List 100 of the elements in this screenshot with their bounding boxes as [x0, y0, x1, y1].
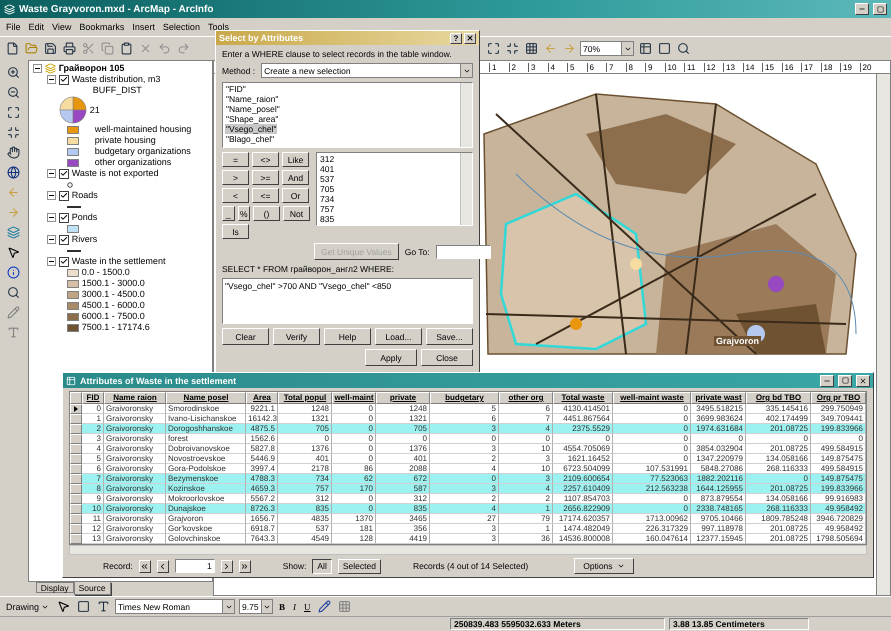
- collapse-icon[interactable]: [46, 75, 56, 84]
- layer-name[interactable]: Waste is not exported: [72, 168, 158, 179]
- menu-item[interactable]: View: [52, 22, 72, 32]
- dialog-button[interactable]: Apply: [365, 349, 417, 366]
- text-style-button[interactable]: B: [277, 602, 288, 612]
- menu-item[interactable]: Bookmarks: [79, 22, 124, 32]
- value-item[interactable]: 705: [319, 184, 336, 194]
- show-toggle-button[interactable]: Selected: [338, 558, 381, 574]
- operator-button[interactable]: Not: [283, 206, 310, 221]
- table-row[interactable]: 13 Graivoronsky Golovchinskoe 7643.3 4549 128 4419 3 36 14536.800008 160.047614 12377.15945 201.08725 1798.505694: [70, 534, 866, 544]
- dialog-button[interactable]: Verify: [273, 328, 320, 345]
- operator-button[interactable]: <=: [252, 188, 279, 203]
- operator-button[interactable]: >: [222, 170, 249, 185]
- collapse-icon[interactable]: [46, 169, 56, 178]
- column-header[interactable]: budgetary: [430, 392, 499, 404]
- table-row[interactable]: 5 Graivoronsky Novostroevskoe 5446.9 401 0 401 2 3 1621.16452 0 1347.220979 134.058166 149.875475: [70, 454, 866, 464]
- show-toggle-button[interactable]: All: [312, 558, 332, 574]
- zoom-scale-combo[interactable]: 70%: [580, 41, 634, 56]
- table-row[interactable]: 7 Graivoronsky Bezymenskoe 4788.3 734 62 672 0 3 2109.600654 77.523063 1882.202116 0 149.875475: [70, 474, 866, 484]
- toc-tab[interactable]: Source: [74, 582, 111, 595]
- value-item[interactable]: 757: [319, 204, 336, 214]
- search-icon[interactable]: [6, 284, 22, 300]
- layer-checkbox[interactable]: [58, 74, 69, 84]
- rectangle-icon[interactable]: [75, 598, 92, 614]
- value-item[interactable]: 312: [319, 154, 336, 164]
- table-row[interactable]: 8 Graivoronsky Kozinskoe 4659.3 757 170 587 3 4 2257.610409 212.563238 1644.125955 201.08725 199.833966: [70, 484, 866, 494]
- column-header[interactable]: Name raion: [104, 392, 166, 404]
- horizontal-scrollbar[interactable]: [69, 545, 867, 555]
- table-row[interactable]: 6 Graivoronsky Gora-Podolskoe 3997.4 2178 86 2088 4 10 6723.504099 107.531991 5848.27086 268.116333 499.584915: [70, 464, 866, 474]
- menu-item[interactable]: Tools: [208, 22, 229, 32]
- column-header[interactable]: Total waste: [553, 392, 613, 404]
- layer-checkbox[interactable]: [58, 168, 69, 178]
- operator-button[interactable]: Or: [282, 188, 309, 203]
- operator-button[interactable]: And: [282, 170, 309, 185]
- table-row[interactable]: 4 Graivoronsky Dobroivanovskoe 5827.8 1376 0 1376 3 10 4554.705069 0 3854.032904 201.08725 499.584915: [70, 444, 866, 454]
- column-header[interactable]: Org pr TBO: [811, 392, 866, 404]
- search-icon[interactable]: [675, 40, 691, 56]
- layer-name[interactable]: Rivers: [72, 234, 98, 245]
- table-row[interactable]: 0 Graivoronsky Smorodinskoe 9221.1 1248 0 1248 5 6 4130.414501 0 3495.518215 335.145416 299.750949: [70, 404, 866, 414]
- table-row[interactable]: 10 Graivoronsky Dunajskoe 8726.3 835 0 835 4 1 2656.822909 0 2338.748165 268.116333 49.958492: [70, 504, 866, 514]
- toc-tab[interactable]: Display: [36, 582, 74, 593]
- last-record-button[interactable]: [238, 560, 251, 572]
- table-row[interactable]: 3 Graivoronsky forest 1562.6 0 0 0 0 0 0 0 0 0 0: [70, 434, 866, 444]
- unique-values-list[interactable]: 312 401 537 705 734 757 835: [316, 152, 473, 226]
- zoom-in-icon[interactable]: [6, 64, 22, 80]
- zoom-out-icon[interactable]: [6, 84, 22, 100]
- print-icon[interactable]: [61, 40, 77, 56]
- options-button[interactable]: Options: [574, 558, 634, 574]
- column-header[interactable]: other org: [499, 392, 553, 404]
- record-input-field[interactable]: 1: [174, 559, 215, 573]
- dialog-button[interactable]: Save...: [426, 328, 473, 345]
- column-header[interactable]: Org bd TBO: [746, 392, 811, 404]
- previous-record-button[interactable]: [156, 560, 169, 572]
- column-header[interactable]: private wast: [691, 392, 746, 404]
- layer-name[interactable]: Roads: [72, 190, 98, 201]
- column-header[interactable]: Area: [246, 392, 278, 404]
- layer-name[interactable]: Waste distribution, m3: [72, 74, 160, 85]
- pan-hand-icon[interactable]: [6, 144, 22, 160]
- field-item[interactable]: "Shape_area": [225, 114, 280, 124]
- row-selector[interactable]: [70, 404, 82, 414]
- expression-field[interactable]: "Vsego_chel" >700 AND "Vsego_chel" <850: [222, 278, 473, 324]
- field-item[interactable]: "FID": [225, 84, 247, 94]
- column-header[interactable]: well-maint waste: [613, 392, 691, 404]
- menu-item[interactable]: File: [6, 22, 21, 32]
- field-item[interactable]: "Blago_chel": [225, 134, 276, 144]
- globe-icon[interactable]: [6, 164, 22, 180]
- column-header[interactable]: Total popul: [278, 392, 332, 404]
- column-header[interactable]: Name posel: [166, 392, 246, 404]
- fields-list[interactable]: "FID" "Name_raion" "Name_posel" "Shape_area" "Vsego_chel" "Blago_chel": [222, 82, 473, 148]
- close-button[interactable]: [464, 32, 476, 44]
- value-item[interactable]: 401: [319, 164, 336, 174]
- value-item[interactable]: 537: [319, 174, 336, 184]
- zoom-fixed-icon[interactable]: [6, 124, 22, 140]
- layer-checkbox[interactable]: [58, 256, 69, 266]
- vertical-scrollbar[interactable]: [876, 74, 890, 595]
- operator-button[interactable]: <: [222, 188, 249, 203]
- dialog-button[interactable]: Load...: [375, 328, 422, 345]
- layer-checkbox[interactable]: [58, 212, 69, 222]
- layout-icon[interactable]: [656, 40, 672, 56]
- collapse-icon[interactable]: [46, 213, 56, 222]
- collapse-icon[interactable]: [46, 191, 56, 200]
- next-record-button[interactable]: [220, 560, 233, 572]
- operator-button[interactable]: =: [222, 152, 249, 167]
- vertical-scrollbar[interactable]: [460, 153, 472, 225]
- font-combo[interactable]: Times New Roman: [115, 599, 236, 614]
- table-row[interactable]: 12 Graivoronsky Gor'kovskoe 6918.7 537 181 356 3 1 1474.482049 226.317329 997.118978 201.08725 49.958492: [70, 524, 866, 534]
- operator-button[interactable]: (): [253, 206, 280, 221]
- layer-name[interactable]: Waste in the settlement: [72, 256, 166, 267]
- value-item[interactable]: 835: [319, 214, 336, 224]
- dialog-button[interactable]: Close: [421, 349, 473, 366]
- goto-input-field[interactable]: [436, 244, 491, 258]
- zoom-extent-icon[interactable]: [6, 104, 22, 120]
- table-row[interactable]: 1 Graivoronsky Ivano-Lisichanskoe 16142.3 1321 0 1321 6 7 4451.867564 0 3699.983624 402.174499 349.709441: [70, 414, 866, 424]
- operator-button[interactable]: %: [238, 206, 250, 221]
- pencil-icon[interactable]: [316, 598, 333, 614]
- table-icon[interactable]: [637, 40, 653, 56]
- field-item[interactable]: "Vsego_chel": [225, 124, 278, 134]
- full-extent-icon[interactable]: [485, 40, 501, 56]
- operator-button[interactable]: <>: [252, 152, 279, 167]
- text-style-button[interactable]: U: [302, 602, 313, 612]
